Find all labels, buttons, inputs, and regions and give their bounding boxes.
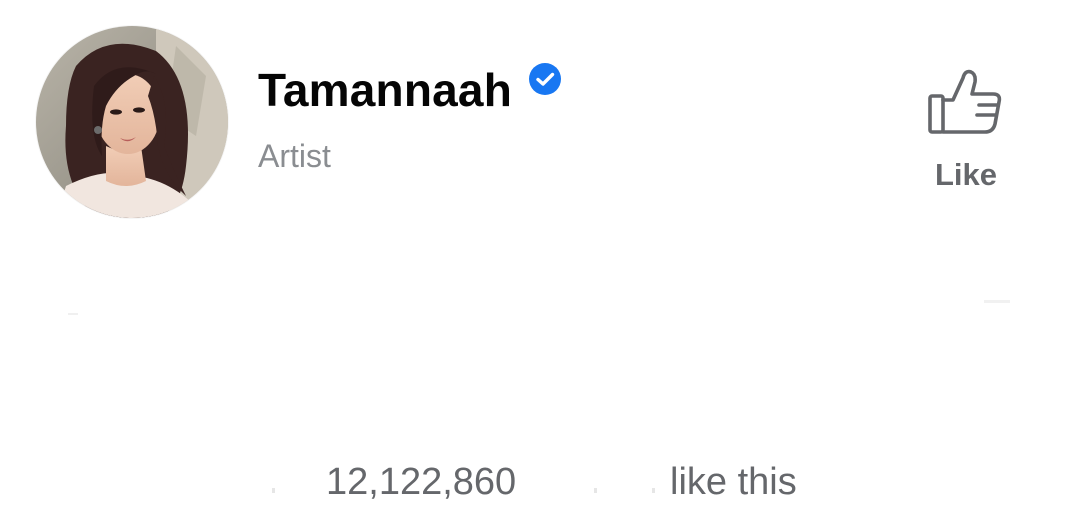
- likes-count[interactable]: 12,122,860: [326, 458, 516, 506]
- thumbs-up-icon: [928, 69, 1002, 134]
- like-label: Like: [934, 157, 998, 192]
- likes-suffix: like this: [670, 461, 797, 503]
- divider-right: [984, 300, 1010, 303]
- page-card: Tamannaah Artist Like 12,122,860 like th…: [0, 0, 1067, 530]
- page-name[interactable]: Tamannaah: [258, 60, 512, 120]
- likes-summary: 12,122,860 like this: [0, 458, 1067, 508]
- divider-left: [68, 313, 78, 315]
- faint-mark: [594, 488, 597, 493]
- page-name-row: Tamannaah: [258, 60, 562, 120]
- verified-badge-icon: [529, 63, 562, 95]
- profile-avatar[interactable]: [36, 26, 228, 218]
- like-button[interactable]: Like: [916, 64, 1016, 204]
- avatar-image: [36, 26, 228, 218]
- faint-mark: [272, 488, 275, 493]
- page-category: Artist: [258, 138, 331, 174]
- faint-mark: [652, 488, 655, 493]
